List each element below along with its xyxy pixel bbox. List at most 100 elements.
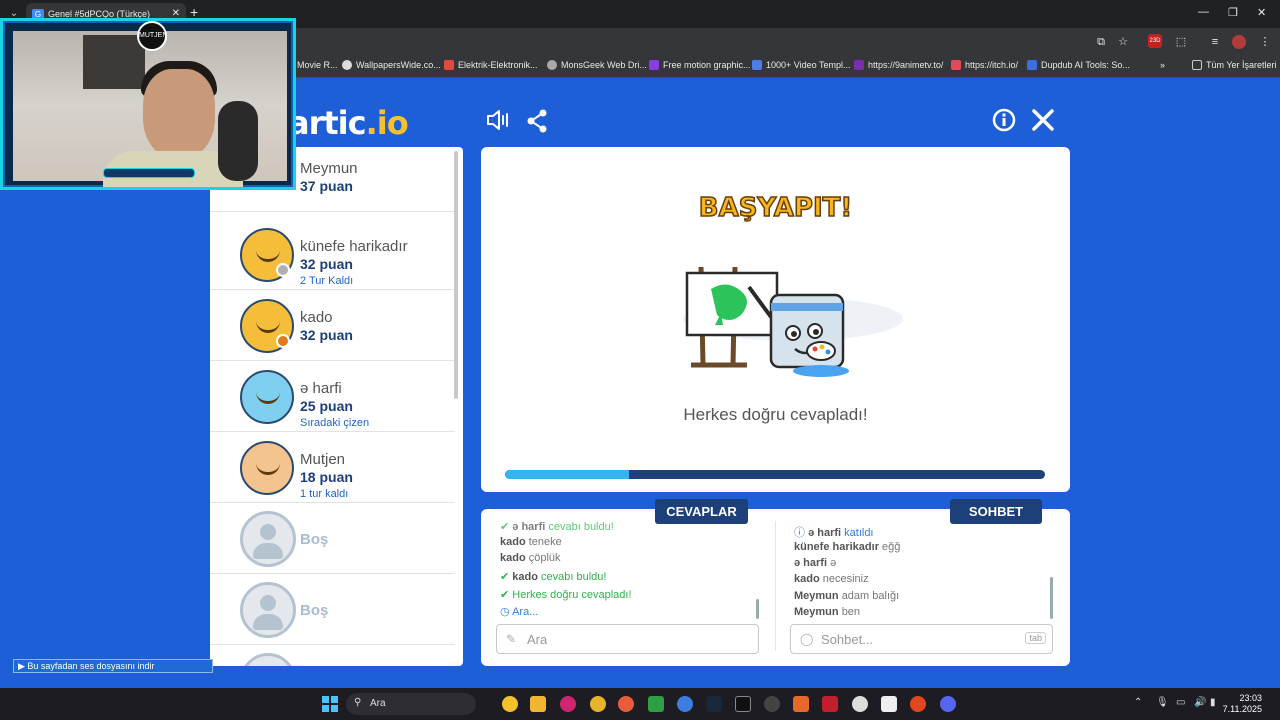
site-icon bbox=[444, 60, 454, 70]
network-icon[interactable]: ▭ bbox=[1176, 697, 1185, 708]
player-list-scrollbar[interactable] bbox=[454, 151, 458, 399]
message-user: Meymun bbox=[794, 590, 839, 602]
bookmark-item[interactable]: Movie R... bbox=[297, 60, 338, 70]
chatgpt-app-icon[interactable] bbox=[852, 696, 868, 712]
extension-badge[interactable]: 23D bbox=[1148, 34, 1162, 48]
bookmark-item[interactable]: Free motion graphic... bbox=[649, 60, 751, 70]
all-bookmarks-button[interactable]: Tüm Yer İşaretleri bbox=[1192, 60, 1277, 70]
message-user: künefe harikadır bbox=[794, 541, 879, 553]
ea-app-icon[interactable] bbox=[910, 696, 926, 712]
tray-overflow-icon[interactable]: ⌃ bbox=[1134, 697, 1142, 708]
app-icon[interactable] bbox=[793, 696, 809, 712]
message-user: ə harfi bbox=[808, 527, 842, 539]
bookmark-star-icon[interactable]: ☆ bbox=[1116, 35, 1130, 49]
info-icon[interactable] bbox=[992, 108, 1016, 137]
chat-divider bbox=[775, 521, 776, 651]
bookmark-item[interactable]: MonsGeek Web Dri... bbox=[547, 60, 647, 70]
close-window-button[interactable]: ✕ bbox=[1257, 6, 1266, 19]
answer-message: ◷ Ara... bbox=[500, 605, 538, 618]
profile-avatar[interactable] bbox=[1232, 35, 1246, 49]
player-note: 1 tur kaldı bbox=[300, 488, 349, 500]
chat-input[interactable] bbox=[821, 630, 1021, 648]
clock-date: 7.11.2025 bbox=[1222, 704, 1262, 714]
taskbar-search[interactable]: Ara bbox=[346, 693, 476, 715]
game-logo[interactable]: artic.io bbox=[288, 104, 409, 142]
play-icon: ▶ bbox=[18, 661, 28, 671]
steam-app-icon[interactable] bbox=[706, 696, 722, 712]
player-card[interactable]: kado 32 puan bbox=[210, 290, 455, 361]
media-controls-icon[interactable]: ≡ bbox=[1208, 35, 1222, 49]
app-icon[interactable] bbox=[677, 696, 693, 712]
round-timer-fill bbox=[505, 470, 630, 479]
message-user: kado bbox=[500, 536, 526, 548]
bookmarks-overflow-button[interactable]: » bbox=[1160, 60, 1165, 70]
player-card[interactable]: ə harfi 25 puan Sıradaki çizen bbox=[210, 361, 455, 432]
bookmark-item[interactable]: Dupdub AI Tools: So... bbox=[1027, 60, 1130, 70]
chrome-active-icon[interactable] bbox=[618, 696, 634, 712]
install-app-icon[interactable]: ⧉ bbox=[1094, 35, 1108, 49]
opera-app-icon[interactable] bbox=[560, 696, 576, 712]
player-score: 32 puan bbox=[300, 327, 353, 343]
share-icon[interactable] bbox=[526, 109, 548, 138]
epic-app-icon[interactable] bbox=[735, 696, 751, 712]
capcut-app-icon[interactable] bbox=[881, 696, 897, 712]
minimize-button[interactable]: — bbox=[1198, 6, 1209, 18]
checkmark-icon: ✔ bbox=[500, 521, 513, 533]
player-name: künefe harikadır bbox=[300, 238, 408, 255]
message-text: Ara... bbox=[512, 606, 539, 618]
file-explorer-icon[interactable] bbox=[530, 696, 546, 712]
discord-app-icon[interactable] bbox=[940, 696, 956, 712]
speech-bubble-icon: ◯ bbox=[800, 632, 814, 646]
microphone-icon bbox=[218, 101, 258, 181]
github-app-icon[interactable] bbox=[764, 696, 780, 712]
chat-message: künefe harikadır eğğ bbox=[794, 541, 900, 553]
answer-message: ✔ kado cevabı buldu! bbox=[500, 570, 606, 583]
bookmark-item[interactable]: Elektrik-Elektronik... bbox=[444, 60, 538, 70]
empty-avatar-icon bbox=[240, 653, 296, 666]
battery-icon[interactable]: ▮ bbox=[1210, 697, 1216, 708]
info-circle-icon: ⓘ bbox=[794, 527, 809, 539]
site-icon bbox=[854, 60, 864, 70]
tab-chat[interactable]: SOHBET bbox=[950, 499, 1042, 524]
bookmark-item[interactable]: https://itch.io/ bbox=[951, 60, 1018, 70]
start-button[interactable] bbox=[322, 696, 338, 712]
globe-icon bbox=[342, 60, 352, 70]
chat-message: ⓘ ə harfi katıldı bbox=[794, 524, 874, 540]
message-text: adam balığı bbox=[841, 590, 900, 602]
message-text: Herkes doğru cevapladı! bbox=[512, 589, 632, 601]
microphone-tray-icon[interactable]: 🎙 bbox=[1156, 697, 1169, 708]
chrome-app-icon[interactable] bbox=[502, 696, 518, 712]
empty-slot[interactable]: Boş bbox=[210, 574, 455, 645]
player-card[interactable]: Mutjen 18 puan 1 tur kaldı bbox=[210, 432, 455, 503]
player-score: 37 puan bbox=[300, 178, 353, 194]
pencil-icon: ✎ bbox=[506, 632, 517, 646]
empty-slot[interactable] bbox=[210, 645, 455, 666]
message-text: cevabı buldu! bbox=[548, 521, 614, 533]
cam-poster bbox=[83, 35, 145, 89]
player-note: Sıradaki çizen bbox=[300, 417, 370, 429]
xbox-app-icon[interactable] bbox=[648, 696, 664, 712]
player-card[interactable]: künefe harikadır 32 puan 2 Tur Kaldı bbox=[210, 219, 455, 290]
download-audio-notice[interactable]: ▶ Bu sayfadan ses dosyasını indir bbox=[13, 659, 213, 673]
media-app-icon[interactable] bbox=[822, 696, 838, 712]
taskbar-clock[interactable]: 23:03 7.11.2025 bbox=[1223, 693, 1262, 715]
bookmark-label: MonsGeek Web Dri... bbox=[561, 60, 647, 70]
browser-menu-icon[interactable]: ⋮ bbox=[1258, 35, 1272, 49]
browser-app-icon[interactable] bbox=[590, 696, 606, 712]
close-icon[interactable] bbox=[1031, 108, 1055, 137]
bookmark-item[interactable]: https://9animetv.to/ bbox=[854, 60, 943, 70]
bookmark-item[interactable]: WallpapersWide.co... bbox=[342, 60, 441, 70]
answers-scrollbar[interactable] bbox=[756, 599, 759, 619]
empty-slot[interactable]: Boş bbox=[210, 503, 455, 574]
chat-scrollbar[interactable] bbox=[1050, 577, 1053, 619]
bookmark-item[interactable]: 1000+ Video Templ... bbox=[752, 60, 850, 70]
message-user: ə harfi bbox=[794, 557, 828, 569]
restore-button[interactable]: ❐ bbox=[1228, 6, 1238, 19]
clock-icon: ◷ bbox=[500, 606, 513, 618]
answer-input-box: ✎ bbox=[496, 624, 759, 654]
volume-tray-icon[interactable]: 🔊 bbox=[1194, 697, 1206, 708]
volume-icon[interactable] bbox=[486, 108, 512, 138]
answer-input[interactable] bbox=[527, 630, 727, 648]
tab-answers[interactable]: CEVAPLAR bbox=[655, 499, 748, 524]
extensions-puzzle-icon[interactable]: ⬚ bbox=[1174, 35, 1188, 49]
